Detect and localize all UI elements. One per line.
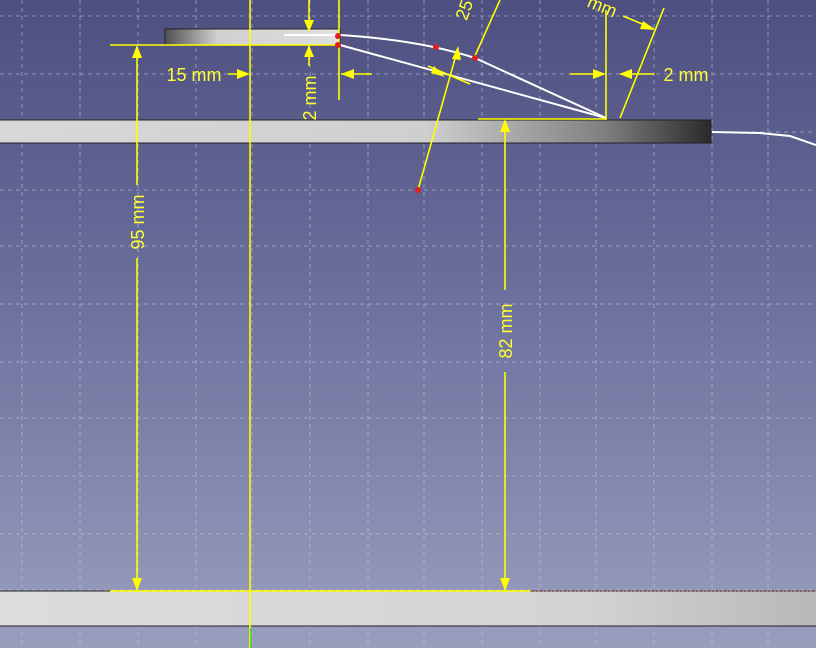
dim-angle-leader [417,47,459,191]
dim-82-arrow-bottom [500,578,510,591]
sketch-point[interactable] [472,55,478,61]
top-tab-body[interactable] [164,28,341,46]
dim-2h-label[interactable]: 2 mm [664,65,709,85]
sketch-curve-upper[interactable] [339,34,607,119]
sketch-canvas[interactable]: 95 mm 82 mm 15 mm 2 mm 2 mm mm 25 [0,0,816,648]
sketch-point[interactable] [415,187,421,193]
dim-82-label[interactable]: 82 mm [496,303,516,358]
dimensions[interactable]: 95 mm 82 mm 15 mm 2 mm 2 mm mm 25 [110,0,709,648]
dim-tab-arrow [341,69,354,79]
dim-angle-label[interactable]: 25 [452,0,478,23]
dim-15-arrow [237,69,250,79]
grid [0,0,816,648]
dim-95-arrow-bottom [132,578,142,591]
sketch-point[interactable] [433,44,439,50]
dim-2h-arrow-left [593,69,606,79]
dim-angle-witness [473,0,501,59]
lower-plate-body[interactable] [0,590,816,627]
sketch-point[interactable] [335,42,341,48]
sketch-point[interactable] [335,33,341,39]
dim-diag-label[interactable]: mm [585,0,620,21]
dim-2v-label[interactable]: 2 mm [300,76,320,121]
upper-plate-body[interactable] [0,119,712,144]
dim-15-label[interactable]: 15 mm [166,65,221,85]
dim-95-arrow-top [132,45,142,58]
3d-viewport[interactable]: 95 mm 82 mm 15 mm 2 mm 2 mm mm 25 [0,0,816,648]
dim-2v-arrow-bottom [304,45,314,57]
dim-2h-arrow-right [619,69,632,79]
sketch-edge-right[interactable] [711,131,816,146]
dim-95-label[interactable]: 95 mm [128,194,148,249]
